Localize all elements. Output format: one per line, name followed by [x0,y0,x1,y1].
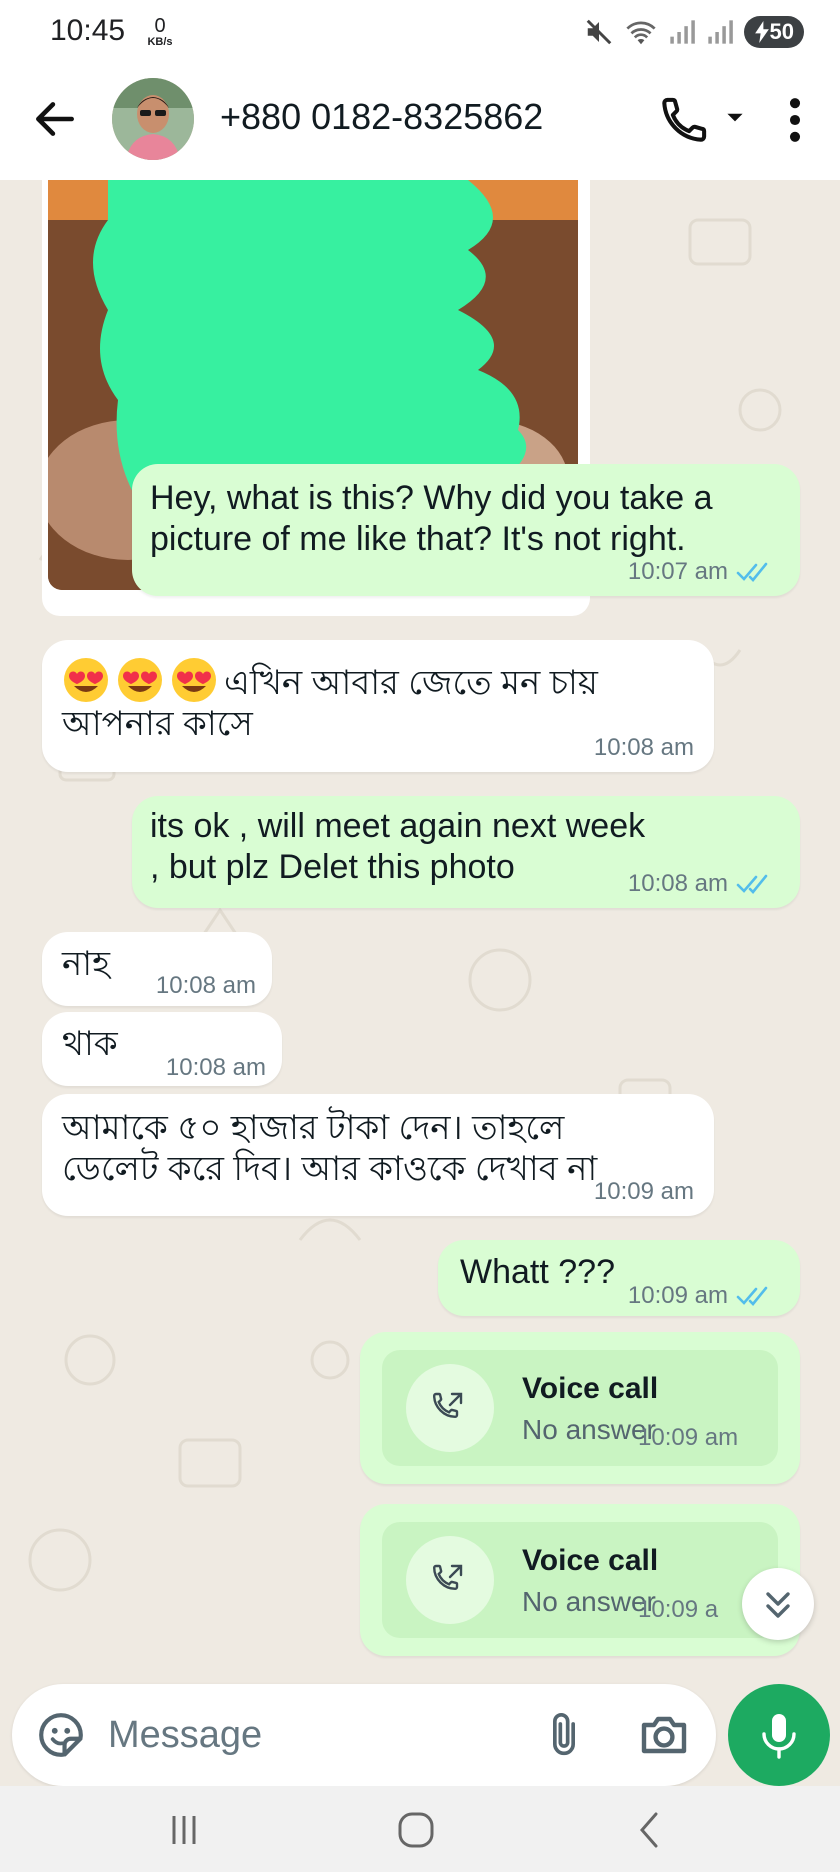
heart-eyes-emoji-icon [64,658,108,702]
message-time: 10:08 am [166,1054,266,1082]
message-text: Whatt ??? [460,1253,615,1291]
paperclip-icon[interactable] [542,1708,586,1762]
message-text: Hey, what is this? Why did you take a pi… [150,479,713,558]
message-time: 10:08 am [628,870,774,898]
chat-area[interactable]: Hey, what is this? Why did you take a pi… [0,180,840,1680]
message-time: 10:08 am [156,972,256,1000]
system-nav-bar [0,1786,840,1872]
call-card[interactable]: Voice call No answer 10:09 am [382,1350,778,1466]
message-timestamp: 10:08 am [627,870,728,897]
message-text: its ok , will meet again next week , but… [150,807,646,886]
message-timestamp: 10:08 am [593,734,694,761]
call-icon-wrap [406,1364,494,1452]
read-ticks-icon [736,874,768,894]
sticker-icon[interactable] [36,1710,86,1760]
call-title: Voice call [522,1544,659,1577]
message-incoming[interactable]: নাহ 10:08 am [42,932,272,1006]
outgoing-call-icon [432,1564,463,1591]
network-speed-unit: KB/s [147,36,173,48]
status-icons: 50 [584,14,804,50]
battery-indicator: 50 [743,16,804,48]
message-input[interactable] [108,1708,508,1762]
call-icon-wrap [406,1536,494,1624]
heart-eyes-emoji-icon [118,658,162,702]
mute-icon [586,19,611,45]
message-timestamp: 10:08 am [165,1054,266,1081]
message-timestamp: 10:09 am [638,1424,739,1451]
composer-bar [12,1684,716,1786]
mic-button[interactable] [728,1684,830,1786]
message-time: 10:09 am [628,1282,774,1310]
call-status: No answer [522,1414,656,1445]
network-speed: 0 KB/s [140,16,180,48]
scroll-to-bottom-button[interactable] [742,1568,814,1640]
back-icon[interactable] [620,1806,680,1854]
message-time: 10:08 am [594,734,694,762]
charging-bolt-icon [754,21,769,43]
message-timestamp: 10:08 am [155,972,256,999]
read-ticks-icon [736,1286,768,1306]
home-icon[interactable] [386,1806,446,1854]
message-outgoing[interactable]: its ok , will meet again next week , but… [132,796,800,908]
contact-name[interactable]: +880 0182-8325862 [220,96,543,138]
phone-icon[interactable] [655,92,715,146]
camera-icon[interactable] [638,1710,690,1760]
battery-level: 50 [769,19,794,44]
message-timestamp: 10:07 am [627,558,728,585]
message-timestamp: 10:09 a [638,1596,719,1623]
message-outgoing[interactable]: Whatt ??? 10:09 am [438,1240,800,1316]
message-text: নাহ [62,945,111,983]
message-incoming[interactable]: আমাকে ৫০ হাজার টাকা দেন। তাহলে ডেলেট করে… [42,1094,714,1216]
recents-icon[interactable] [154,1806,214,1854]
more-vert-icon[interactable] [780,92,810,148]
message-time: 10:07 am [628,558,774,586]
call-status: No answer [522,1586,656,1617]
call-title: Voice call [522,1372,659,1405]
signal-icon-2 [707,20,733,44]
avatar[interactable] [112,78,194,160]
message-incoming[interactable]: থাক 10:08 am [42,1012,282,1086]
heart-eyes-emoji-icon [172,658,216,702]
double-chevron-down-icon [766,1592,790,1618]
message-outgoing[interactable]: Hey, what is this? Why did you take a pi… [132,464,800,596]
call-message[interactable]: Voice call No answer 10:09 am [360,1332,800,1484]
caret-down-icon[interactable] [722,102,748,132]
back-arrow-icon[interactable] [30,94,80,144]
outgoing-call-icon [432,1392,463,1419]
message-incoming[interactable]: এখিন আবার জেতে মন চায় আপনার কাসে 10:08 … [42,640,714,772]
call-message[interactable]: Voice call No answer 10:09 a [360,1504,800,1656]
read-ticks-icon [736,562,768,582]
mic-icon [762,1714,796,1759]
signal-icon-1 [669,20,695,44]
message-text: আমাকে ৫০ হাজার টাকা দেন। তাহলে ডেলেট করে… [62,1109,598,1188]
status-time: 10:45 [50,14,126,47]
network-speed-value: 0 [154,15,166,37]
status-bar: 10:45 0 KB/s 50 [0,0,840,66]
wifi-icon [625,21,656,45]
message-content: এখিন আবার জেতে মন চায় আপনার কাসে [62,656,622,745]
message-time: 10:09 am [594,1178,694,1206]
message-timestamp: 10:09 am [627,1282,728,1309]
message-timestamp: 10:09 am [593,1178,694,1205]
chat-header: +880 0182-8325862 [0,66,840,180]
call-card[interactable]: Voice call No answer 10:09 a [382,1522,778,1638]
message-text: থাক [62,1025,118,1063]
